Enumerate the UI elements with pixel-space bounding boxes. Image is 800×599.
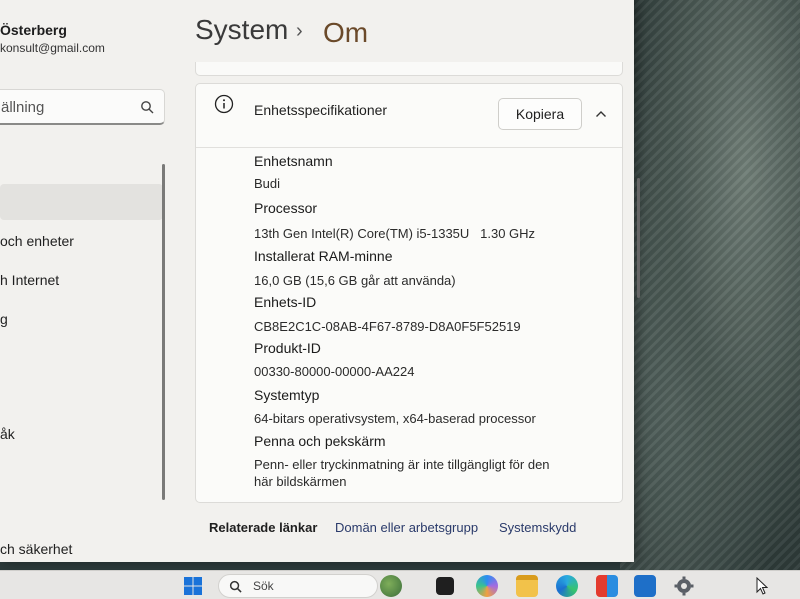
spec-label-ram: Installerat RAM-minne <box>254 248 393 264</box>
settings-window: Österberg konsult@gmail.com ällning och … <box>0 0 634 562</box>
search-icon <box>141 101 154 114</box>
device-specs-card: Enhetsspecifikationer Kopiera Enhetsnamn… <box>195 83 623 503</box>
widgets-icon[interactable] <box>380 575 402 597</box>
task-view-icon[interactable] <box>436 577 454 595</box>
breadcrumb-current: Om <box>323 17 369 48</box>
file-explorer-icon[interactable] <box>516 575 538 597</box>
spec-value-product-id: 00330-80000-00000-AA224 <box>254 364 415 379</box>
sidebar-item-accessibility[interactable]: åk <box>0 426 15 442</box>
copy-button[interactable]: Kopiera <box>498 98 582 130</box>
related-links-bar: Relaterade länkar Domän eller arbetsgrup… <box>195 508 623 548</box>
sidebar: Österberg konsult@gmail.com ällning och … <box>0 0 190 562</box>
spec-value-processor: 13th Gen Intel(R) Core(TM) i5-1335U 1.30… <box>254 226 536 241</box>
device-specs-header[interactable]: Enhetsspecifikationer Kopiera <box>196 84 622 148</box>
windows-start-icon[interactable] <box>182 575 204 597</box>
store-icon[interactable] <box>596 575 618 597</box>
taskbar: Sök <box>0 570 800 599</box>
mouse-cursor-icon <box>756 577 768 595</box>
breadcrumb-separator-icon: › <box>296 20 303 42</box>
page-title: System <box>195 14 289 45</box>
spec-value-device-id: CB8E2C1C-08AB-4F67-8789-D8A0F5F52519 <box>254 319 521 334</box>
edge-browser-icon[interactable] <box>556 575 578 597</box>
spec-value-system-type: 64-bitars operativsystem, x64-baserad pr… <box>254 411 536 426</box>
spec-label-system-type: Systemtyp <box>254 387 320 403</box>
sidebar-scrollbar[interactable] <box>162 164 165 500</box>
taskbar-search-input[interactable]: Sök <box>218 574 378 598</box>
related-links-title: Relaterade länkar <box>209 520 318 535</box>
search-input-text: ällning <box>1 99 45 116</box>
user-name: Österberg <box>0 22 67 38</box>
main-scrollbar[interactable] <box>637 178 640 298</box>
sidebar-item-network-internet[interactable]: h Internet <box>0 272 59 288</box>
spec-label-pen-touch: Penna och pekskärm <box>254 433 386 449</box>
taskbar-search-label: Sök <box>253 579 274 593</box>
spec-value-device-name: Budi <box>254 176 281 191</box>
outlook-icon[interactable] <box>634 575 656 597</box>
previous-section-card <box>195 62 623 76</box>
spec-label-product-id: Produkt-ID <box>254 340 321 356</box>
sidebar-item-bluetooth-devices[interactable]: och enheter <box>0 233 74 249</box>
chevron-up-icon[interactable] <box>595 108 607 120</box>
sidebar-item-personalization[interactable]: g <box>0 311 8 327</box>
settings-gear-icon[interactable] <box>673 575 695 597</box>
spec-value-ram: 16,0 GB (15,6 GB går att använda) <box>254 273 456 288</box>
info-icon <box>214 94 234 114</box>
desktop-wallpaper <box>620 0 800 570</box>
spec-label-device-name: Enhetsnamn <box>254 153 333 169</box>
spec-label-processor: Processor <box>254 200 318 216</box>
spec-value-pen-touch: Penn- eller tryckinmatning är inte tillg… <box>254 457 550 472</box>
device-specs-title: Enhetsspecifikationer <box>254 102 388 118</box>
spec-value-pen-touch-line2: här bildskärmen <box>254 474 347 489</box>
sidebar-item-system-selected[interactable] <box>0 184 163 220</box>
link-system-protection[interactable]: Systemskydd <box>499 520 576 535</box>
copilot-icon[interactable] <box>476 575 498 597</box>
search-icon <box>229 580 242 593</box>
user-email: konsult@gmail.com <box>0 41 105 55</box>
search-input[interactable]: ällning <box>0 89 165 125</box>
spec-label-device-id: Enhets-ID <box>254 294 317 310</box>
link-domain-workgroup[interactable]: Domän eller arbetsgrupp <box>335 520 478 535</box>
sidebar-item-privacy-security[interactable]: ch säkerhet <box>0 541 72 557</box>
